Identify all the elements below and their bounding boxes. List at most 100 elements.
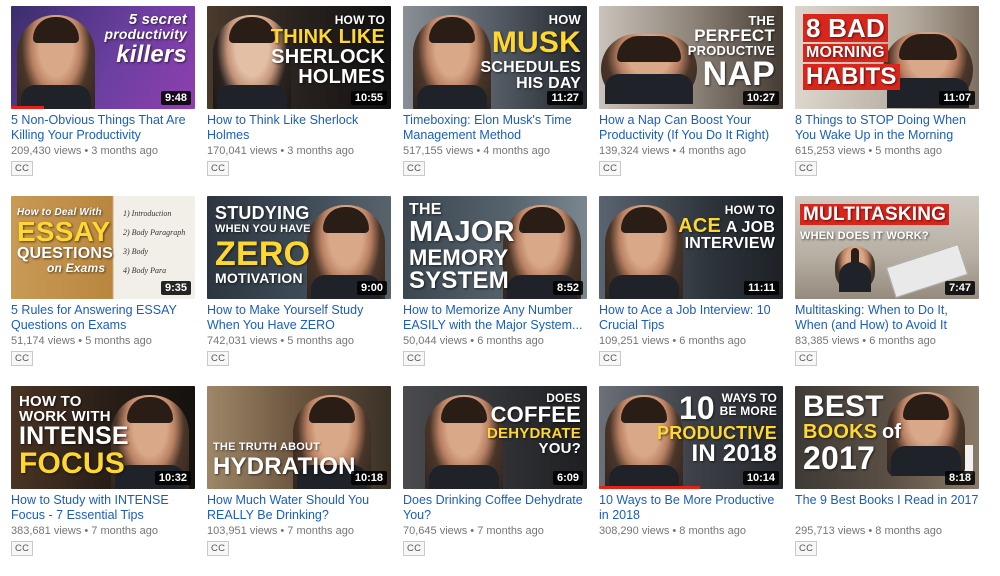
upload-age: 7 months ago xyxy=(477,525,544,537)
video-title[interactable]: Timeboxing: Elon Musk's Time Management … xyxy=(403,113,587,143)
video-meta: 139,324 views • 4 months ago xyxy=(599,145,746,157)
video-meta: 308,290 views • 8 months ago xyxy=(599,525,746,537)
upload-age: 8 months ago xyxy=(679,525,746,537)
video-duration: 10:27 xyxy=(742,91,779,105)
video-thumbnail[interactable]: HOW TO ACE A JOB INTERVIEW 11:11 xyxy=(599,196,783,299)
video-title[interactable]: Multitasking: When to Do It, When (and H… xyxy=(795,303,979,333)
video-thumbnail[interactable]: 10 WAYS TO BE MORE PRODUCTIVE IN 2018 10:… xyxy=(599,386,783,489)
view-count: 517,155 views xyxy=(403,145,474,157)
video-card[interactable]: 5 secret productivity killers 9:48 5 Non… xyxy=(11,6,195,196)
view-count: 103,951 views xyxy=(207,525,278,537)
video-thumbnail[interactable]: STUDYING WHEN YOU HAVE ZERO MOTIVATION 9… xyxy=(207,196,391,299)
view-count: 170,041 views xyxy=(207,145,278,157)
video-thumbnail[interactable]: THE PERFECT PRODUCTIVE NAP 10:27 xyxy=(599,6,783,109)
video-card[interactable]: THE TRUTH ABOUT HYDRATION 10:18 How Much… xyxy=(207,386,391,576)
video-card[interactable]: 10 WAYS TO BE MORE PRODUCTIVE IN 2018 10:… xyxy=(599,386,783,576)
cc-badge: CC xyxy=(403,351,426,366)
video-title[interactable]: How to Ace a Job Interview: 10 Crucial T… xyxy=(599,303,783,333)
video-duration: 11:27 xyxy=(547,91,583,105)
video-card[interactable]: MULTITASKING WHEN DOES IT WORK? 7:47 Mul… xyxy=(795,196,979,386)
video-card[interactable]: STUDYING WHEN YOU HAVE ZERO MOTIVATION 9… xyxy=(207,196,391,386)
cc-badge: CC xyxy=(11,351,34,366)
watch-progress-bar xyxy=(11,106,45,109)
video-duration: 11:11 xyxy=(744,281,779,295)
upload-age: 5 months ago xyxy=(287,335,354,347)
video-thumbnail[interactable]: MULTITASKING WHEN DOES IT WORK? 7:47 xyxy=(795,196,979,299)
video-thumbnail[interactable]: HOW MUSK SCHEDULES HIS DAY 11:27 xyxy=(403,6,587,109)
video-title[interactable]: 8 Things to STOP Doing When You Wake Up … xyxy=(795,113,979,143)
video-meta: 51,174 views • 5 months ago xyxy=(11,335,152,347)
video-meta: 170,041 views • 3 months ago xyxy=(207,145,354,157)
video-title[interactable]: 5 Non-Obvious Things That Are Killing Yo… xyxy=(11,113,195,143)
video-card[interactable]: THE PERFECT PRODUCTIVE NAP 10:27 How a N… xyxy=(599,6,783,196)
video-meta: 209,430 views • 3 months ago xyxy=(11,145,158,157)
video-meta: 50,044 views • 6 months ago xyxy=(403,335,544,347)
video-thumbnail[interactable]: 8 BAD MORNING HABITS 11:07 xyxy=(795,6,979,109)
video-card[interactable]: HOW TO WORK WITH INTENSE FOCUS 10:32 How… xyxy=(11,386,195,576)
upload-age: 4 months ago xyxy=(483,145,550,157)
person-image xyxy=(605,205,683,299)
video-thumbnail[interactable]: 5 secret productivity killers 9:48 xyxy=(11,6,195,109)
video-thumbnail[interactable]: BEST BOOKS of 2017 8:18 xyxy=(795,386,979,489)
video-meta: 295,713 views • 8 months ago xyxy=(795,525,942,537)
video-card[interactable]: BEST BOOKS of 2017 8:18 The 9 Best Books… xyxy=(795,386,979,576)
video-card[interactable]: 1) Introduction 2) Body Paragraph 3) Bod… xyxy=(11,196,195,386)
video-meta: 742,031 views • 5 months ago xyxy=(207,335,354,347)
video-title[interactable]: How to Memorize Any Number EASILY with t… xyxy=(403,303,587,333)
video-title[interactable]: How a Nap Can Boost Your Productivity (I… xyxy=(599,113,783,143)
video-meta: 70,645 views • 7 months ago xyxy=(403,525,544,537)
view-count: 615,253 views xyxy=(795,145,866,157)
view-count: 383,681 views xyxy=(11,525,82,537)
video-card[interactable]: DOES COFFEE DEHYDRATE YOU? 6:09 Does Dri… xyxy=(403,386,587,576)
video-title[interactable]: How to Think Like Sherlock Holmes xyxy=(207,113,391,143)
upload-age: 7 months ago xyxy=(91,525,158,537)
video-card[interactable]: THE MAJOR MEMORY SYSTEM 8:52 How to Memo… xyxy=(403,196,587,386)
upload-age: 3 months ago xyxy=(287,145,354,157)
person-image xyxy=(17,15,95,109)
video-duration: 9:48 xyxy=(160,91,191,105)
video-duration: 10:55 xyxy=(350,91,387,105)
video-duration: 7:47 xyxy=(944,281,975,295)
video-title[interactable]: The 9 Best Books I Read in 2017 xyxy=(795,493,979,523)
video-meta: 83,385 views • 6 months ago xyxy=(795,335,936,347)
upload-age: 6 months ago xyxy=(679,335,746,347)
video-card[interactable]: HOW MUSK SCHEDULES HIS DAY 11:27 Timebox… xyxy=(403,6,587,196)
video-duration: 11:07 xyxy=(939,91,975,105)
view-count: 308,290 views xyxy=(599,525,670,537)
cc-badge: CC xyxy=(795,351,818,366)
video-thumbnail[interactable]: THE MAJOR MEMORY SYSTEM 8:52 xyxy=(403,196,587,299)
cc-badge: CC xyxy=(795,161,818,176)
video-thumbnail[interactable]: HOW TO THINK LIKE SHERLOCK HOLMES 10:55 xyxy=(207,6,391,109)
video-thumbnail[interactable]: HOW TO WORK WITH INTENSE FOCUS 10:32 xyxy=(11,386,195,489)
video-card[interactable]: HOW TO ACE A JOB INTERVIEW 11:11 How to … xyxy=(599,196,783,386)
video-title[interactable]: How to Study with INTENSE Focus - 7 Esse… xyxy=(11,493,195,523)
video-title[interactable]: How Much Water Should You REALLY Be Drin… xyxy=(207,493,391,523)
cc-badge: CC xyxy=(207,541,230,556)
video-grid: 5 secret productivity killers 9:48 5 Non… xyxy=(0,0,1000,556)
video-thumbnail[interactable]: 1) Introduction 2) Body Paragraph 3) Bod… xyxy=(11,196,195,299)
view-count: 70,645 views xyxy=(403,525,468,537)
view-count: 50,044 views xyxy=(403,335,468,347)
video-title[interactable]: 10 Ways to Be More Productive in 2018 xyxy=(599,493,783,523)
view-count: 51,174 views xyxy=(11,335,76,347)
upload-age: 8 months ago xyxy=(875,525,942,537)
video-duration: 8:18 xyxy=(944,471,975,485)
video-title[interactable]: How to Make Yourself Study When You Have… xyxy=(207,303,391,333)
cc-badge: CC xyxy=(403,161,426,176)
cc-badge: CC xyxy=(795,541,818,556)
video-title[interactable]: Does Drinking Coffee Dehydrate You? xyxy=(403,493,587,523)
upload-age: 5 months ago xyxy=(85,335,152,347)
video-thumbnail[interactable]: DOES COFFEE DEHYDRATE YOU? 6:09 xyxy=(403,386,587,489)
person-image xyxy=(601,34,697,104)
video-meta: 109,251 views • 6 months ago xyxy=(599,335,746,347)
video-card[interactable]: 8 BAD MORNING HABITS 11:07 8 Things to S… xyxy=(795,6,979,196)
view-count: 139,324 views xyxy=(599,145,670,157)
watch-progress-bar xyxy=(599,486,701,489)
upload-age: 6 months ago xyxy=(869,335,936,347)
video-duration: 10:32 xyxy=(154,471,191,485)
video-title[interactable]: 5 Rules for Answering ESSAY Questions on… xyxy=(11,303,195,333)
video-card[interactable]: HOW TO THINK LIKE SHERLOCK HOLMES 10:55 … xyxy=(207,6,391,196)
cc-badge: CC xyxy=(207,161,230,176)
upload-age: 5 months ago xyxy=(875,145,942,157)
video-thumbnail[interactable]: THE TRUTH ABOUT HYDRATION 10:18 xyxy=(207,386,391,489)
